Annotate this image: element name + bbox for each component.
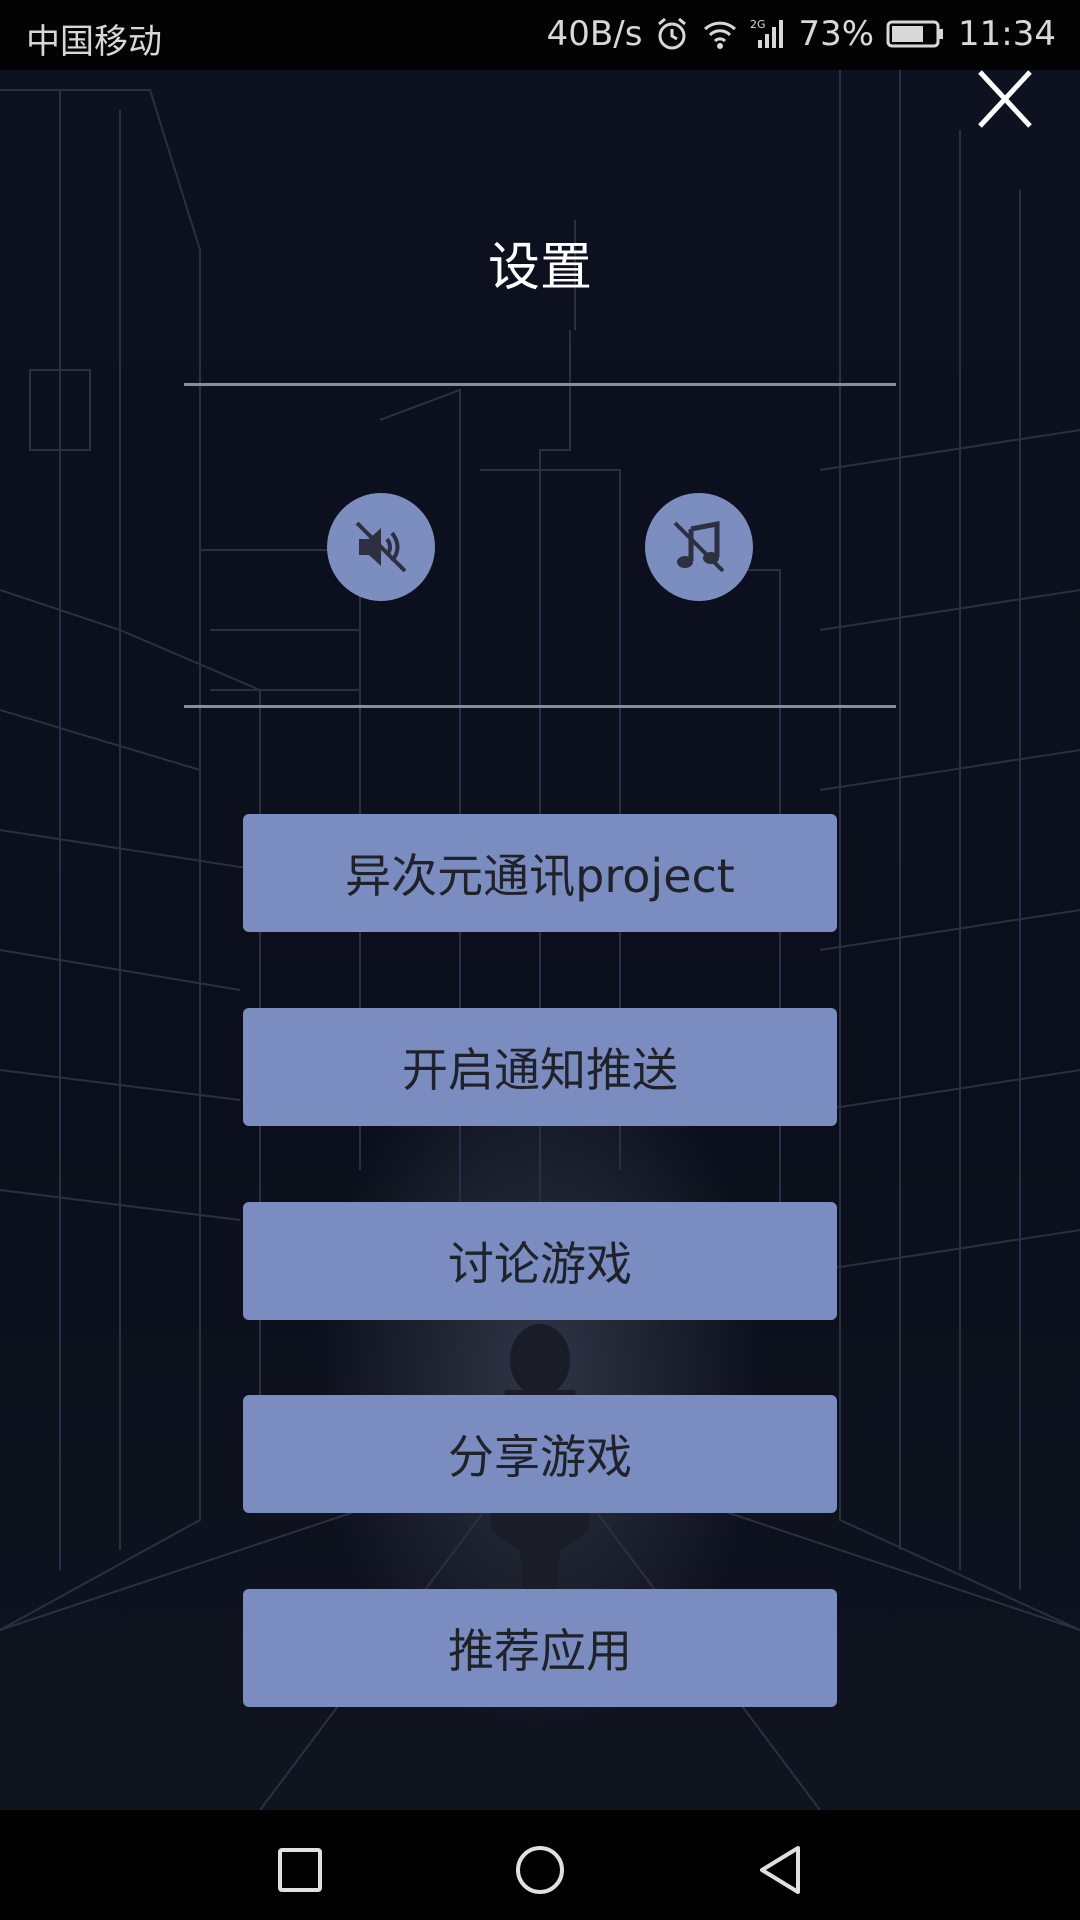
battery-icon [886,19,946,49]
wifi-icon [702,16,738,52]
city-background [0,70,1080,1810]
carrier-name: 中国移动 [26,22,162,62]
divider-top [184,383,896,386]
status-bar: 中国移动 40B/s 2G 73% 11:34 [0,0,1080,70]
menu-button-project[interactable]: 异次元通讯project [243,814,837,932]
menu-button-notifications[interactable]: 开启通知推送 [243,1008,837,1126]
status-bar-right: 40B/s 2G 73% 11:34 [547,14,1056,54]
signal-icon: 2G [750,16,786,52]
clock: 11:34 [958,14,1056,54]
menu-button-discuss-game[interactable]: 讨论游戏 [243,1202,837,1320]
sound-toggle-button[interactable] [327,493,435,601]
divider-bottom [184,705,896,708]
music-off-icon [673,520,725,573]
back-icon [760,1846,800,1894]
music-toggle-button[interactable] [645,493,753,601]
home-button[interactable] [510,1840,570,1900]
settings-screen: 中国移动 40B/s 2G 73% 11:34 设置 异次元通讯project … [0,0,1080,1920]
navigation-bar [0,1810,1080,1920]
home-icon [516,1846,564,1894]
network-type-label: 2G [750,18,766,31]
recent-apps-icon [278,1848,322,1892]
back-button[interactable] [750,1840,810,1900]
page-title: 设置 [487,238,592,298]
alarm-icon [654,16,690,52]
menu-button-recommend-apps[interactable]: 推荐应用 [243,1589,837,1707]
battery-percent: 73% [798,14,875,54]
menu-button-share-game[interactable]: 分享游戏 [243,1395,837,1513]
network-speed: 40B/s [546,14,643,54]
close-icon [978,70,1032,128]
recent-apps-button[interactable] [270,1840,330,1900]
sound-muted-icon [355,521,407,573]
close-button[interactable] [970,70,1040,130]
